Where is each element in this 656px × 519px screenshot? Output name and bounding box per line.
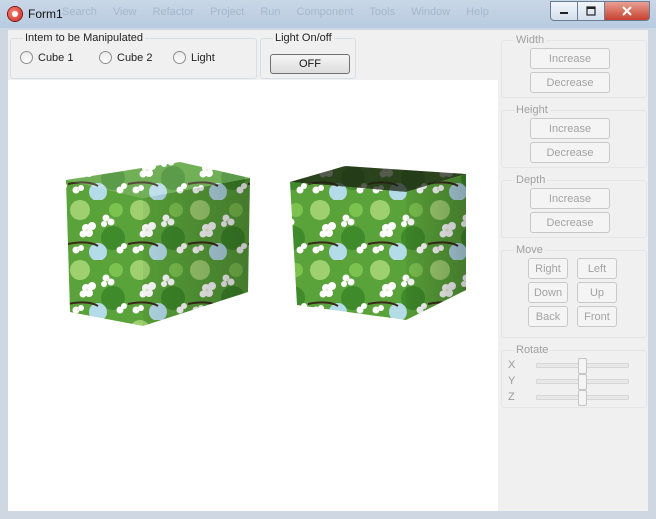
radio-label: Cube 1 [38,51,74,64]
3d-viewport[interactable] [8,80,498,511]
close-button[interactable] [605,1,650,21]
rotate-z-slider-thumb[interactable] [578,390,587,406]
title-bar: Search View Refactor Project Run Component Too… [0,0,656,28]
height-decrease-button[interactable]: Decrease [530,142,610,163]
rotate-x-label: X [508,359,516,371]
move-front-button[interactable]: Front [577,306,617,327]
move-right-button[interactable]: Right [528,258,568,279]
background-menu-ghost: Search View Refactor Project Run Component Too… [62,6,489,18]
minimize-button[interactable] [550,1,578,21]
window-title: Form1 [28,7,63,21]
width-increase-button[interactable]: Increase [530,48,610,69]
move-up-button[interactable]: Up [577,282,617,303]
control-panel: Width Increase Decrease Height Increase … [498,30,648,511]
rotate-y-slider[interactable] [536,374,629,390]
app-icon [8,7,22,21]
depth-decrease-button[interactable]: Decrease [530,212,610,233]
move-group: Move Right Left Down Up Back Front [501,244,647,338]
width-group-label: Width [514,34,547,46]
move-group-label: Move [514,244,545,256]
rotate-y-slider-thumb[interactable] [578,374,587,390]
cube-2-front [290,182,406,320]
maximize-button[interactable] [578,1,605,21]
radio-label: Cube 2 [117,51,153,64]
height-group-label: Height [514,104,550,116]
width-decrease-button[interactable]: Decrease [530,72,610,93]
radio-label: Light [191,51,215,64]
cube-2 [290,166,466,320]
radio-light[interactable]: Light [173,51,215,64]
rotate-y-label: Y [508,375,516,387]
rotate-group-label: Rotate [514,344,551,356]
depth-group: Depth Increase Decrease [501,174,647,238]
minimize-icon [560,12,568,14]
depth-group-label: Depth [514,174,548,186]
cube-1 [66,162,250,326]
move-left-button[interactable]: Left [577,258,617,279]
close-icon [622,6,632,16]
rotate-x-slider[interactable] [536,358,629,374]
height-increase-button[interactable]: Increase [530,118,610,139]
radio-circle [173,51,186,64]
light-toggle-group: Light On/off OFF [260,32,356,79]
move-back-button[interactable]: Back [528,306,568,327]
rotate-z-label: Z [508,391,515,403]
cube-2-right-shade [406,174,466,320]
maximize-icon [586,6,596,16]
height-group: Height Increase Decrease [501,104,647,168]
radio-circle [20,51,33,64]
manipulated-item-group: Intem to be Manipulated Cube 1 Cube 2 Li… [10,32,257,79]
rotate-group: Rotate X Y Z [501,344,647,408]
rotate-z-slider[interactable] [536,390,629,406]
manipulated-item-group-label: Intem to be Manipulated [23,32,146,44]
light-off-button[interactable]: OFF [270,54,350,74]
3d-scene [66,162,466,326]
radio-circle [99,51,112,64]
radio-cube-2[interactable]: Cube 2 [99,51,152,64]
light-toggle-group-label: Light On/off [273,32,334,44]
cube-1-front [66,180,143,326]
move-down-button[interactable]: Down [528,282,568,303]
client-area: Intem to be Manipulated Cube 1 Cube 2 Li… [8,30,648,511]
radio-cube-1[interactable]: Cube 1 [20,51,73,64]
depth-increase-button[interactable]: Increase [530,188,610,209]
rotate-x-slider-thumb[interactable] [578,358,587,374]
window-controls [550,1,650,21]
cube-1-right-shade [143,178,250,326]
width-group: Width Increase Decrease [501,34,647,98]
